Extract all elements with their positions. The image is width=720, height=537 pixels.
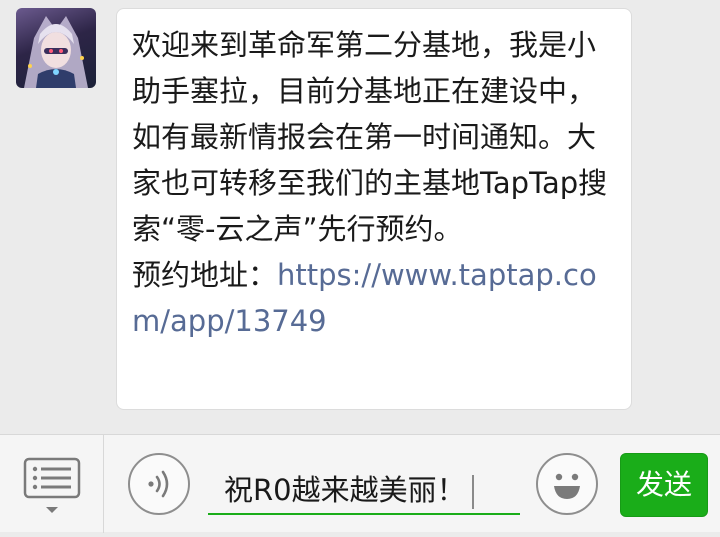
address-label: 预约地址： xyxy=(132,258,278,292)
address-line: 预约地址：https://www.taptap.com/app/13749 xyxy=(132,252,616,344)
message-body: 欢迎来到革命军第二分基地，我是小助手塞拉，目前分基地正在建设中，如有最新情报会在… xyxy=(132,28,608,246)
smiley-icon xyxy=(554,473,580,499)
avatar[interactable] xyxy=(16,8,96,88)
text-caret xyxy=(471,475,474,509)
input-value-wrap: 祝R0越来越美丽！ xyxy=(224,467,474,509)
emoji-button[interactable] xyxy=(536,453,598,515)
input-toolbar: 祝R0越来越美丽！ 发送 xyxy=(0,434,720,533)
menu-button[interactable] xyxy=(0,435,104,533)
voice-icon xyxy=(148,470,169,498)
message-input[interactable]: 祝R0越来越美丽！ xyxy=(208,457,520,515)
avatar-image xyxy=(24,16,88,88)
chat-area: 欢迎来到革命军第二分基地，我是小助手塞拉，目前分基地正在建设中，如有最新情报会在… xyxy=(0,0,720,434)
voice-button[interactable] xyxy=(128,453,190,515)
message-text: 欢迎来到革命军第二分基地，我是小助手塞拉，目前分基地正在建设中，如有最新情报会在… xyxy=(132,22,616,344)
input-value: 祝R0越来越美丽！ xyxy=(224,473,466,507)
list-menu-icon xyxy=(23,457,81,513)
send-button[interactable]: 发送 xyxy=(620,453,708,517)
